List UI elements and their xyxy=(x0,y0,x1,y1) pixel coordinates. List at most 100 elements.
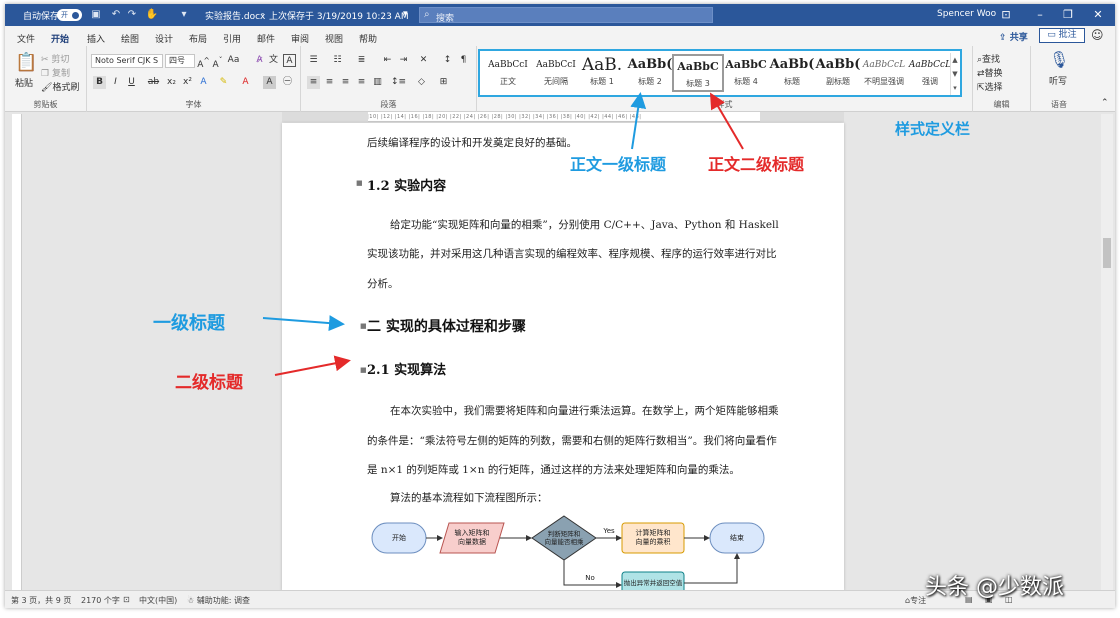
tab-design[interactable]: 设计 xyxy=(155,32,173,45)
tab-help[interactable]: 帮助 xyxy=(359,32,377,45)
tab-references[interactable]: 引用 xyxy=(223,32,241,45)
tab-home[interactable]: 开始 xyxy=(51,32,70,49)
style-heading-2[interactable]: AaBb(标题 2 xyxy=(624,54,676,92)
vertical-scrollbar[interactable] xyxy=(1101,114,1113,590)
style-heading-4[interactable]: AaBbC 标题 4 xyxy=(720,54,772,92)
grow-font-icon[interactable]: A^ xyxy=(197,54,210,70)
share-button[interactable]: ⇪ 共享 xyxy=(999,30,1028,43)
ribbon-display-icon[interactable]: ⊡ xyxy=(989,4,1023,26)
language-status[interactable]: 中文(中国) xyxy=(139,595,177,606)
shading-icon[interactable]: ◇ xyxy=(415,76,428,89)
chinese-layout-icon[interactable]: ✕ xyxy=(417,54,430,67)
document-page[interactable]: 后续编译程序的设计和开发奠定良好的基础。 ■ 1.2 实验内容 给定功能“实现矩… xyxy=(282,123,844,591)
sort-icon[interactable]: ↕ xyxy=(441,54,454,67)
find-button[interactable]: ⌕查找 xyxy=(977,52,1000,65)
collapse-ribbon-icon[interactable]: ⌃ xyxy=(1101,98,1109,108)
font-size-select[interactable]: 四号 xyxy=(165,54,195,68)
accessibility-status[interactable]: ☃ 辅助功能: 调查 xyxy=(187,595,250,606)
numbering-icon[interactable]: ☷ xyxy=(331,54,344,67)
multilevel-list-icon[interactable]: ≣ xyxy=(355,54,368,67)
cut-button[interactable]: ✂ 剪切 xyxy=(41,52,69,65)
gallery-more-icon[interactable]: ▾ xyxy=(951,81,959,95)
enclose-characters-icon[interactable]: ㊀ xyxy=(281,76,294,89)
undo-icon[interactable]: ↶ xyxy=(109,8,123,22)
save-status[interactable]: 上次保存于 3/19/2019 10:23 AM xyxy=(269,9,409,22)
copy-button[interactable]: ❐ 复制 xyxy=(41,66,70,79)
user-name[interactable]: Spencer Woo xyxy=(937,9,996,19)
tab-view[interactable]: 视图 xyxy=(325,32,343,45)
replace-button[interactable]: ⇄替换 xyxy=(977,66,1003,79)
autosave-toggle[interactable]: 开 xyxy=(57,9,82,21)
flow-yes-label: Yes xyxy=(603,526,615,535)
tab-draw[interactable]: 绘图 xyxy=(121,32,139,45)
word-count[interactable]: 2170 个字 xyxy=(81,595,120,606)
align-right-icon[interactable]: ≡ xyxy=(339,76,352,89)
format-painter-button[interactable]: 🖌格式刷 xyxy=(41,80,79,93)
gallery-down-icon[interactable]: ▼ xyxy=(951,67,959,81)
font-color-icon[interactable]: A xyxy=(239,76,252,89)
scrollbar-thumb[interactable] xyxy=(1103,238,1111,268)
dictate-button[interactable]: 听写 xyxy=(1049,74,1067,87)
microphone-icon[interactable]: 🎙 xyxy=(1049,50,1069,69)
tab-insert[interactable]: 插入 xyxy=(87,32,105,45)
superscript-icon[interactable]: x² xyxy=(181,76,194,89)
proofing-icon[interactable]: ⊡ xyxy=(123,595,130,604)
focus-mode-button[interactable]: ⌂专注 xyxy=(905,595,926,606)
show-marks-icon[interactable]: ¶ xyxy=(457,54,470,67)
style-heading-3[interactable]: AaBbC 标题 3 xyxy=(672,54,724,92)
align-center-icon[interactable]: ≡ xyxy=(323,76,336,89)
accessibility-icon: ☃ xyxy=(187,596,197,605)
character-shading-icon[interactable]: A xyxy=(263,76,276,89)
tab-review[interactable]: 审阅 xyxy=(291,32,309,45)
shrink-font-icon[interactable]: Aˇ xyxy=(211,54,224,70)
style-gallery-scroller[interactable]: ▲ ▼ ▾ xyxy=(950,53,959,95)
highlight-icon[interactable]: ✎ xyxy=(217,76,230,89)
style-no-spacing[interactable]: AaBbCcI 无间隔 xyxy=(530,54,582,92)
style-title[interactable]: AaBb(标题 xyxy=(766,54,818,92)
borders-icon[interactable]: ⊞ xyxy=(437,76,450,89)
save-status-chevron-icon[interactable]: ▾ xyxy=(403,9,408,19)
italic-icon[interactable]: I xyxy=(109,76,122,89)
subscript-icon[interactable]: x₂ xyxy=(165,76,178,89)
close-icon[interactable]: ✕ xyxy=(1081,4,1115,26)
style-subtle-emphasis[interactable]: AaBbCcL 不明显强调 xyxy=(858,54,910,92)
paste-button[interactable]: 粘贴 xyxy=(15,76,33,89)
text-effects-icon[interactable]: A xyxy=(197,76,210,89)
customize-toolbar-icon[interactable]: ▾ xyxy=(177,8,191,22)
style-emphasis[interactable]: AaBbCcL 强调 xyxy=(904,54,956,92)
restore-icon[interactable]: ❐ xyxy=(1051,4,1085,26)
underline-icon[interactable]: U xyxy=(125,76,138,89)
increase-indent-icon[interactable]: ⇥ xyxy=(397,54,410,67)
tab-mailings[interactable]: 邮件 xyxy=(257,32,275,45)
comment-button[interactable]: ▭ 批注 xyxy=(1039,28,1085,43)
line-spacing-icon[interactable]: ↕≡ xyxy=(391,76,406,89)
distributed-icon[interactable]: ▥ xyxy=(371,76,384,89)
paste-icon[interactable]: 📋 xyxy=(15,52,37,73)
style-subtitle[interactable]: AaBb(副标题 xyxy=(812,54,864,92)
align-left-icon[interactable]: ≡ xyxy=(307,76,320,89)
redo-icon[interactable]: ↷ xyxy=(125,8,139,22)
vertical-ruler[interactable] xyxy=(12,114,22,590)
bullets-icon[interactable]: ☰ xyxy=(307,54,320,67)
style-heading-1[interactable]: AaB. 标题 1 xyxy=(576,54,628,92)
flow-end-label: 结束 xyxy=(730,533,744,542)
feedback-smiley-icon[interactable]: ☺ xyxy=(1091,28,1104,42)
phonetic-guide-icon[interactable]: 文 xyxy=(267,54,280,67)
font-name-select[interactable]: Noto Serif CJK S xyxy=(91,54,163,68)
touch-mode-icon[interactable]: ✋ xyxy=(145,8,159,22)
clear-formatting-icon[interactable]: A̷ xyxy=(253,54,266,67)
decrease-indent-icon[interactable]: ⇤ xyxy=(381,54,394,67)
style-normal[interactable]: AaBbCcI 正文 xyxy=(482,54,534,92)
select-button[interactable]: ⇱选择 xyxy=(977,80,1003,93)
gallery-up-icon[interactable]: ▲ xyxy=(951,53,959,67)
strikethrough-icon[interactable]: ab xyxy=(147,76,160,89)
page-count[interactable]: 第 3 页，共 9 页 xyxy=(11,595,71,606)
character-border-icon[interactable]: A xyxy=(283,54,296,67)
tab-layout[interactable]: 布局 xyxy=(189,32,207,45)
tab-file[interactable]: 文件 xyxy=(17,32,35,45)
bold-icon[interactable]: B xyxy=(93,76,106,89)
search-box[interactable]: ⌕ 搜索 xyxy=(419,7,713,24)
save-icon[interactable]: ▣ xyxy=(89,8,103,22)
justify-icon[interactable]: ≡ xyxy=(355,76,368,89)
change-case-icon[interactable]: Aa xyxy=(227,54,240,67)
